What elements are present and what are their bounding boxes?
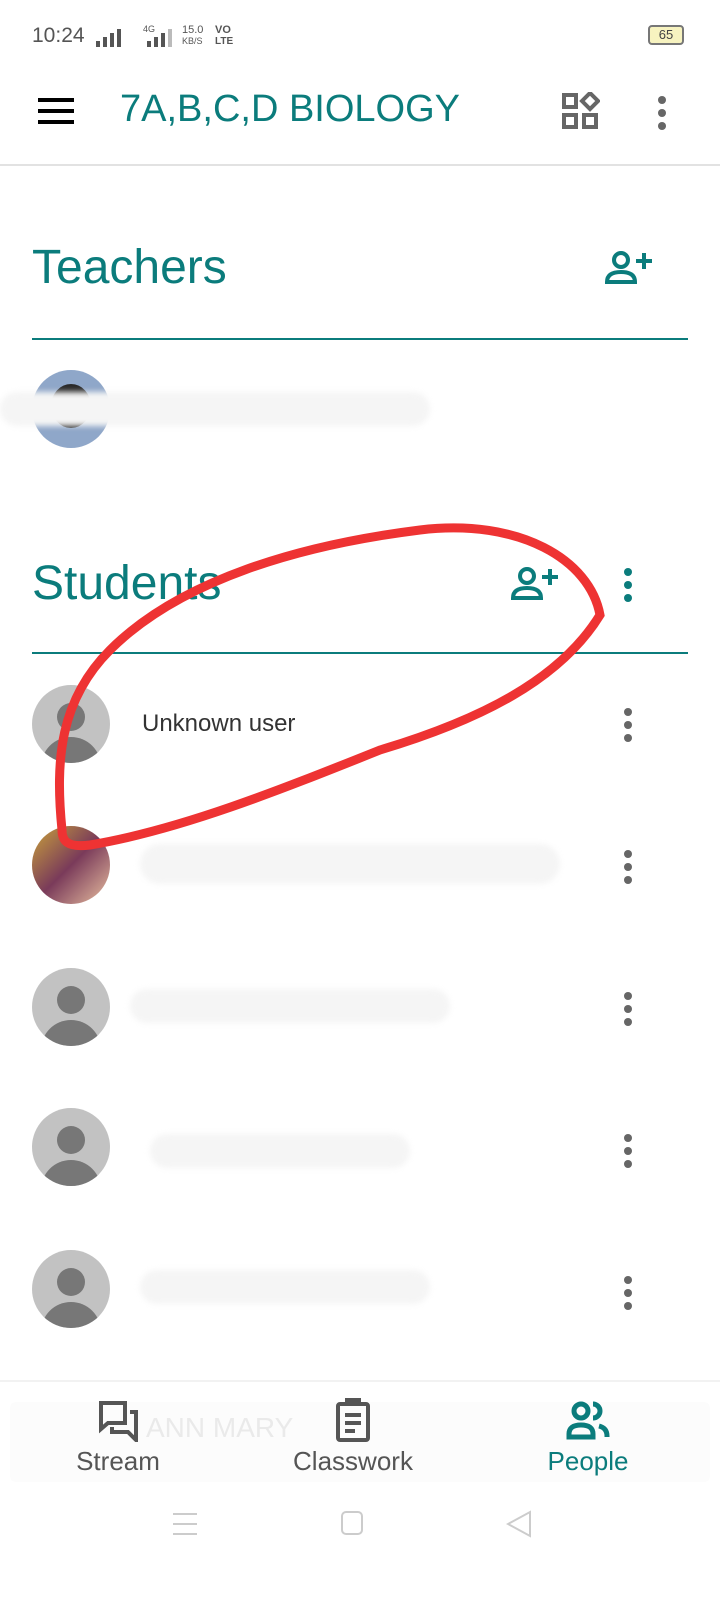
students-more-icon[interactable]: [624, 568, 632, 607]
recents-icon[interactable]: [172, 1512, 198, 1536]
student-more-icon[interactable]: [624, 850, 632, 889]
students-heading: Students: [32, 557, 222, 610]
tab-label: People: [547, 1446, 629, 1476]
student-row[interactable]: Unknown user: [0, 680, 720, 770]
network-type: 4G: [143, 24, 156, 34]
status-bar: 10:24 4G 15.0 KB/S VO LTE 65: [0, 0, 720, 70]
stream-icon: [99, 1401, 138, 1442]
battery-icon: 65: [648, 25, 684, 45]
invite-student-icon[interactable]: [510, 566, 558, 600]
redacted-student-name: [140, 844, 560, 884]
lte: LTE: [215, 36, 234, 47]
invite-teacher-icon[interactable]: [604, 250, 652, 284]
app-bar: 7A,B,C,D BIOLOGY: [0, 70, 720, 166]
menu-icon[interactable]: [38, 98, 74, 124]
system-nav-bar: [0, 1500, 720, 1600]
default-avatar-icon: [32, 1108, 110, 1186]
student-row[interactable]: [0, 1106, 720, 1196]
student-row[interactable]: [0, 1248, 720, 1338]
teachers-heading: Teachers: [32, 241, 227, 294]
student-more-icon[interactable]: [624, 708, 632, 747]
tab-classwork[interactable]: Classwork: [253, 1382, 453, 1492]
tab-label: Stream: [76, 1446, 160, 1476]
redacted-student-name: [140, 1270, 430, 1304]
class-title: 7A,B,C,D BIOLOGY: [120, 88, 460, 130]
teachers-divider: [32, 338, 688, 340]
class-apps-icon[interactable]: [562, 92, 600, 130]
student-more-icon[interactable]: [624, 992, 632, 1031]
student-row[interactable]: [0, 964, 720, 1054]
bottom-nav: ANN MARY Stream Classwork People: [0, 1380, 720, 1490]
back-icon[interactable]: [506, 1510, 532, 1538]
more-vert-icon[interactable]: [658, 96, 666, 135]
redacted-teacher-name: [0, 392, 430, 426]
default-avatar-icon: [32, 685, 110, 763]
redacted-student-name: [130, 989, 450, 1023]
student-name: Unknown user: [142, 710, 296, 737]
student-avatar: [32, 826, 110, 904]
net-speed: 15.0: [182, 24, 204, 36]
default-avatar-icon: [32, 968, 110, 1046]
redacted-student-name: [150, 1134, 410, 1168]
student-more-icon[interactable]: [624, 1134, 632, 1173]
default-avatar-icon: [32, 1250, 110, 1328]
clock: 10:24: [32, 24, 85, 47]
student-more-icon[interactable]: [624, 1276, 632, 1315]
tab-label: Classwork: [293, 1446, 413, 1476]
net-unit: KB/S: [182, 36, 203, 46]
tab-stream[interactable]: Stream: [18, 1382, 218, 1492]
students-divider: [32, 652, 688, 654]
people-icon: [566, 1401, 610, 1440]
volte: VO: [215, 24, 231, 36]
student-row[interactable]: [0, 822, 720, 912]
home-icon[interactable]: [340, 1510, 364, 1536]
tab-people[interactable]: People: [488, 1382, 688, 1492]
classwork-icon: [336, 1398, 370, 1442]
